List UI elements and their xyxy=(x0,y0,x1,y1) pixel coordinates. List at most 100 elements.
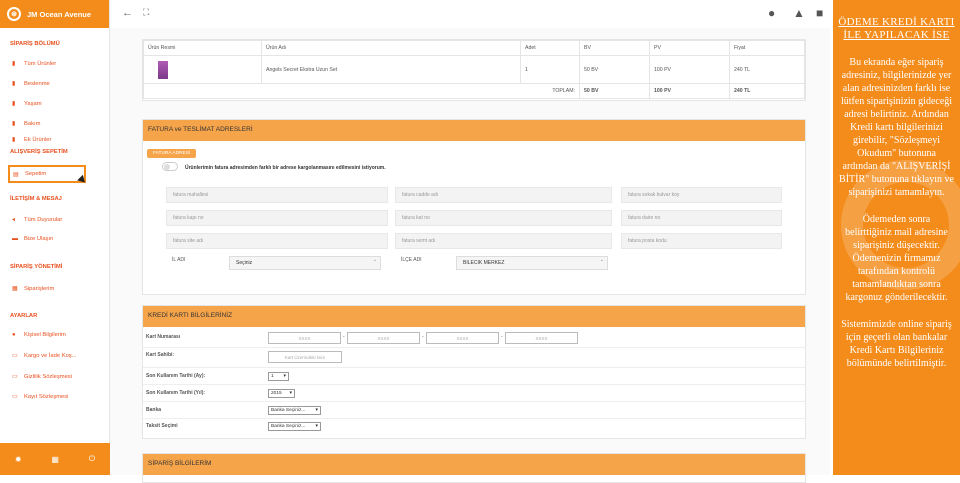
card-number-input-1[interactable]: XXXX xyxy=(268,332,341,344)
sidebar-item-registration[interactable]: ▭ Kayıt Sözleşmesi xyxy=(12,393,68,401)
product-table-card: Ürün Resmi Ürün Adı Adet BV PV Fiyat Ang… xyxy=(142,39,806,101)
cart-icon: ▤ xyxy=(13,171,19,178)
card-number-dash: - xyxy=(422,334,424,340)
billing-door-input[interactable]: fatura kapı no xyxy=(166,210,388,226)
sidebar-item-care[interactable]: ▮ Bakım xyxy=(12,120,40,128)
sidebar-item-orders[interactable]: ▦ Siparişlerim xyxy=(12,285,55,293)
message-icon: ▬ xyxy=(12,236,18,242)
card-number-label: Kart Numarası xyxy=(146,334,181,340)
product-pv: 100 PV xyxy=(649,55,730,84)
bell-icon[interactable]: ▲ xyxy=(793,6,805,20)
district-label: İLÇE ADI xyxy=(401,257,422,263)
power-icon[interactable]: ⏻ xyxy=(89,454,95,464)
megaphone-icon: ◂ xyxy=(12,217,16,223)
sidebar-item-all-products[interactable]: ▮ Tüm Ürünler xyxy=(12,60,56,68)
exp-year-select[interactable]: 2015 xyxy=(268,389,295,398)
sidebar-item-label: Sepetim xyxy=(25,171,47,177)
table-row: Angels Secret Ekstra Uzun Set 1 50 BV 10… xyxy=(143,55,805,84)
col-header: Adet xyxy=(520,40,580,56)
product-thumbnail[interactable] xyxy=(158,60,168,79)
address-title: FATURA ve TESLİMAT ADRESLERİ xyxy=(143,120,805,141)
installment-select[interactable]: Banka Seçiniz... xyxy=(268,422,321,431)
sidebar-item-privacy[interactable]: ▭ Gizlilik Sözleşmesi xyxy=(12,373,72,381)
card-number-input-3[interactable]: XXXX xyxy=(426,332,499,344)
grid-icon: ▦ xyxy=(12,286,18,292)
divider xyxy=(143,384,805,385)
sidebar-footer: ✹ ▦ ⏻ xyxy=(0,443,110,475)
exp-year-label: Son Kullanım Tarihi (Yıl): xyxy=(146,390,206,396)
sidebar-item-announcements[interactable]: ◂ Tüm Duyurular xyxy=(12,216,63,224)
sidebar-item-label: Kargo ve İade Koş... xyxy=(24,352,77,359)
sidebar-item-label: Yaşam xyxy=(24,100,42,107)
product-qty: 1 xyxy=(520,55,580,84)
sidebar-item-shipping[interactable]: ▭ Kargo ve İade Koş... xyxy=(12,352,77,360)
table-header-row: Ürün Resmi Ürün Adı Adet BV PV Fiyat xyxy=(143,40,805,56)
sidebar-item-label: Siparişlerim xyxy=(24,285,55,292)
order-info-title: SİPARİŞ BİLGİLERİM xyxy=(143,454,805,475)
district-select[interactable]: BILECIK MERKEZ xyxy=(456,256,608,270)
card-number-input-4[interactable]: XXXX xyxy=(505,332,578,344)
sidebar-item-label: Tüm Duyurular xyxy=(24,216,63,223)
billing-postcode-input[interactable]: fatura posta kodu xyxy=(621,233,782,249)
truck-icon: ▭ xyxy=(12,353,18,359)
billing-district-input[interactable]: fatura semt adı xyxy=(395,233,612,249)
card-holder-input[interactable]: Kart Üzerindeki İsim xyxy=(268,351,342,363)
card-number-input-2[interactable]: XXXX xyxy=(347,332,420,344)
exp-month-select[interactable]: 1 xyxy=(268,372,289,381)
gear-icon[interactable]: ✹ xyxy=(15,455,22,464)
sidebar-item-contact[interactable]: ▬ Bize Ulaşın xyxy=(12,236,53,242)
billing-neighborhood-input[interactable]: fatura mahallesi xyxy=(166,187,388,203)
sidebar-item-label: Kişisel Bilgilerim xyxy=(24,332,66,338)
credit-card-card: KREDİ KARTI BİLGİLERİNİZ Kart Numarası X… xyxy=(142,305,806,439)
fullscreen-icon[interactable]: ⛶ xyxy=(143,7,149,18)
doc-icon: ▭ xyxy=(12,374,18,380)
watermark-logo-icon xyxy=(841,160,960,290)
bank-select[interactable]: Banka Seçiniz... xyxy=(268,406,321,415)
col-header: PV xyxy=(649,40,730,56)
sidebar-item-extra[interactable]: ▮ Ek Ürünler xyxy=(12,136,52,144)
total-bv: 50 BV xyxy=(579,83,650,99)
billing-street-input[interactable]: fatura cadde adı xyxy=(395,187,612,203)
section-settings: AYARLAR xyxy=(10,313,38,319)
divider xyxy=(143,347,805,348)
total-pv: 100 PV xyxy=(649,83,730,99)
info-icon: ● xyxy=(12,332,16,338)
total-price: 240 TL xyxy=(729,83,805,99)
different-address-toggle[interactable] xyxy=(162,162,178,171)
sidebar-item-personal[interactable]: ● Kişisel Bilgilerim xyxy=(12,332,66,338)
city-select[interactable]: Seçiniz xyxy=(229,256,381,270)
address-card: FATURA ve TESLİMAT ADRESLERİ FATURA ADRE… xyxy=(142,119,806,295)
bookmark-icon: ▮ xyxy=(12,137,16,143)
section-order: SİPARİŞ BÖLÜMÜ xyxy=(10,41,60,47)
billing-site-input[interactable]: fatura site adı xyxy=(166,233,388,249)
product-table: Ürün Resmi Ürün Adı Adet BV PV Fiyat Ang… xyxy=(143,40,805,99)
col-header: Ürün Adı xyxy=(261,40,521,56)
apps-icon[interactable]: ▦ xyxy=(51,455,59,464)
billing-flat-input[interactable]: fatura daire no xyxy=(621,210,782,226)
city-label: İL ADI xyxy=(172,257,186,263)
section-order-mgmt: SİPARİŞ YÖNETİMİ xyxy=(10,264,63,270)
product-name: Angels Secret Ekstra Uzun Set xyxy=(261,55,521,84)
user-icon[interactable]: ● xyxy=(768,6,775,20)
cart-icon[interactable]: ■ xyxy=(816,6,823,20)
sidebar-item-label: Ek Ürünler xyxy=(24,136,52,143)
panel-title: ÖDEME KREDİ KARTI İLE YAPILACAK İSE xyxy=(838,16,955,41)
back-arrow-icon[interactable]: ← xyxy=(122,7,133,19)
divider xyxy=(143,401,805,402)
card-holder-label: Kart Sahibi: xyxy=(146,352,175,358)
total-label: TOPLAM: xyxy=(520,83,580,99)
sidebar: ⊛ JM Ocean Avenue SİPARİŞ BÖLÜMÜ ▮ Tüm Ür… xyxy=(0,0,110,475)
sidebar-item-life[interactable]: ▮ Yaşam xyxy=(12,100,42,108)
bookmark-icon: ▮ xyxy=(12,61,16,67)
table-total-row: TOPLAM: 50 BV 100 PV 240 TL xyxy=(143,83,805,99)
card-number-dash: - xyxy=(501,334,503,340)
sidebar-item-nutrition[interactable]: ▮ Beslenme xyxy=(12,80,50,88)
bookmark-icon: ▮ xyxy=(12,81,16,87)
panel-paragraph-3: Sistemimizde online sipariş için geçerli… xyxy=(841,319,952,369)
section-contact: İLETİŞİM & MESAJ xyxy=(10,196,62,202)
billing-avenue-input[interactable]: fatura sokak bulvar koy xyxy=(621,187,782,203)
billing-floor-input[interactable]: fatura kat no xyxy=(395,210,612,226)
product-price: 240 TL xyxy=(729,55,805,84)
sidebar-item-cart[interactable]: ▤ Sepetim xyxy=(8,165,86,183)
brand-header[interactable]: ⊛ JM Ocean Avenue xyxy=(0,0,109,28)
